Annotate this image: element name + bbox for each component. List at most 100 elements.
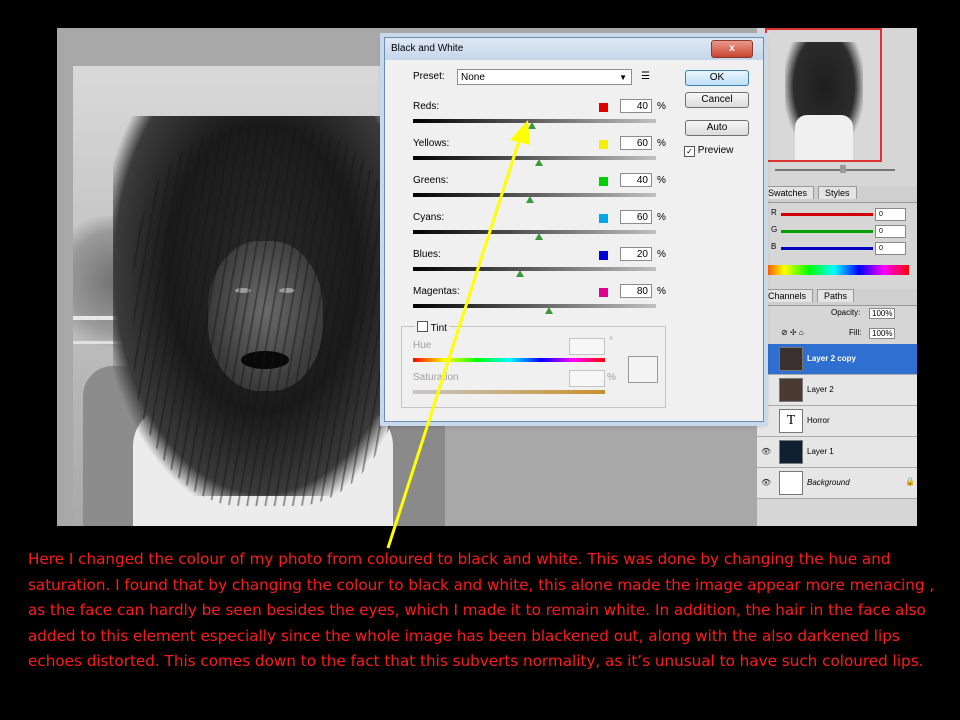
blue-value[interactable]: 0	[875, 242, 906, 255]
layer-row[interactable]: T Horror	[757, 406, 917, 437]
opacity-value[interactable]: 100%	[869, 308, 896, 319]
layer-row[interactable]: 👁 Background 🔒	[757, 468, 917, 499]
percent-unit: %	[657, 286, 666, 297]
layer-thumbnail	[779, 378, 803, 402]
ok-button[interactable]: OK	[685, 70, 749, 86]
text-layer-icon: T	[779, 409, 803, 433]
percent-unit: %	[657, 138, 666, 149]
layer-thumbnail	[779, 471, 803, 495]
slider-thumb[interactable]	[535, 159, 544, 166]
slider-value-input[interactable]: 20	[620, 247, 652, 261]
saturation-input[interactable]	[569, 370, 605, 387]
slider-greens[interactable]: Greens: 40%	[413, 173, 666, 212]
tab-styles[interactable]: Styles	[818, 186, 857, 199]
navigator-zoom-slider[interactable]	[765, 165, 913, 175]
red-value[interactable]: 0	[875, 208, 906, 221]
dialog-title: Black and White	[391, 43, 464, 54]
tab-swatches[interactable]: Swatches	[761, 186, 815, 199]
slider-blues[interactable]: Blues: 20%	[413, 247, 666, 286]
dialog-titlebar[interactable]: Black and White x	[385, 38, 763, 60]
slider-value-input[interactable]: 60	[620, 136, 652, 150]
checkbox-checked-icon[interactable]: ✓	[684, 146, 695, 157]
slider-thumb[interactable]	[525, 196, 534, 203]
color-swatch	[599, 140, 608, 149]
layer-row[interactable]: Layer 2 copy	[757, 344, 917, 375]
preset-label: Preset:	[413, 71, 445, 82]
slider-track[interactable]	[413, 193, 656, 197]
navigator-thumbnail[interactable]	[765, 28, 882, 162]
chevron-down-icon: ▼	[619, 73, 627, 82]
fill-value[interactable]: 100%	[869, 328, 896, 339]
auto-button[interactable]: Auto	[685, 120, 749, 136]
slider-label: Reds:	[413, 101, 440, 112]
tint-color-swatch[interactable]	[628, 356, 658, 383]
caption-text: Here I changed the colour of my photo fr…	[28, 550, 935, 670]
slider-value-input[interactable]: 80	[620, 284, 652, 298]
slider-value-input[interactable]: 60	[620, 210, 652, 224]
hair-strands	[133, 126, 403, 506]
layer-row[interactable]: Layer 2	[757, 375, 917, 406]
slider-reds[interactable]: Reds: 40%	[413, 99, 666, 138]
layer-name: Layer 2	[807, 385, 834, 394]
visibility-eye-icon[interactable]: 👁	[761, 478, 771, 487]
lock-icon: 🔒	[905, 477, 915, 486]
slider-label: Magentas:	[413, 286, 460, 297]
saturation-slider[interactable]	[413, 390, 605, 394]
layer-name: Horror	[807, 416, 830, 425]
slider-track[interactable]	[413, 304, 656, 308]
color-row-green[interactable]: G 0	[771, 225, 911, 239]
channel-label: G	[771, 225, 778, 234]
black-and-white-dialog: Black and White x Preset: None ▼ ☰ OK Ca…	[384, 37, 764, 422]
tab-paths[interactable]: Paths	[817, 289, 855, 302]
preset-select[interactable]: None ▼	[457, 69, 632, 85]
lock-icons[interactable]: ⊘ ✢ ⌂	[781, 328, 804, 337]
color-swatch	[599, 214, 608, 223]
fill-row: ⊘ ✢ ⌂ Fill: 100%	[761, 328, 913, 342]
slider-value-input[interactable]: 40	[620, 173, 652, 187]
opacity-label: Opacity:	[831, 308, 861, 317]
list-menu-icon[interactable]: ☰	[641, 71, 650, 82]
layer-name: Layer 2 copy	[807, 354, 856, 363]
layer-name: Layer 1	[807, 447, 834, 456]
visibility-eye-icon[interactable]: 👁	[761, 447, 771, 456]
hue-input[interactable]	[569, 338, 605, 355]
zoom-knob[interactable]	[840, 165, 846, 173]
percent-unit: %	[657, 212, 666, 223]
slider-yellows[interactable]: Yellows: 60%	[413, 136, 666, 175]
layer-row[interactable]: 👁 Layer 1	[757, 437, 917, 468]
slider-value-input[interactable]: 40	[620, 99, 652, 113]
color-row-red[interactable]: R 0	[771, 208, 911, 222]
thumb-shirt	[795, 115, 853, 160]
slider-thumb[interactable]	[545, 307, 554, 314]
channel-label: B	[771, 242, 777, 251]
green-slider[interactable]	[781, 230, 873, 233]
slider-label: Cyans:	[413, 212, 445, 223]
saturation-label: Saturation	[413, 372, 459, 383]
slider-cyans[interactable]: Cyans: 60%	[413, 210, 666, 249]
checkbox-unchecked-icon[interactable]	[417, 321, 428, 332]
slider-thumb[interactable]	[528, 122, 537, 129]
percent-unit: %	[657, 249, 666, 260]
slider-label: Yellows:	[413, 138, 450, 149]
blue-slider[interactable]	[781, 247, 873, 250]
color-row-blue[interactable]: B 0	[771, 242, 911, 256]
slider-thumb[interactable]	[535, 233, 544, 240]
layer-thumbnail	[779, 347, 803, 371]
color-swatch	[599, 103, 608, 112]
cancel-button[interactable]: Cancel	[685, 92, 749, 108]
close-button[interactable]: x	[711, 40, 753, 58]
tab-channels[interactable]: Channels	[761, 289, 814, 302]
tint-checkbox[interactable]: Tint	[415, 321, 449, 334]
slider-magentas[interactable]: Magentas: 80%	[413, 284, 666, 323]
green-value[interactable]: 0	[875, 225, 906, 238]
hue-slider[interactable]	[413, 358, 605, 362]
red-slider[interactable]	[781, 213, 873, 216]
color-swatch	[599, 288, 608, 297]
preview-checkbox[interactable]: ✓ Preview	[684, 145, 733, 157]
percent-unit: %	[657, 101, 666, 112]
slider-track[interactable]	[413, 267, 656, 271]
fill-label: Fill:	[849, 328, 862, 337]
color-spectrum-ramp[interactable]	[759, 265, 909, 275]
slider-thumb[interactable]	[515, 270, 524, 277]
color-swatch	[599, 177, 608, 186]
